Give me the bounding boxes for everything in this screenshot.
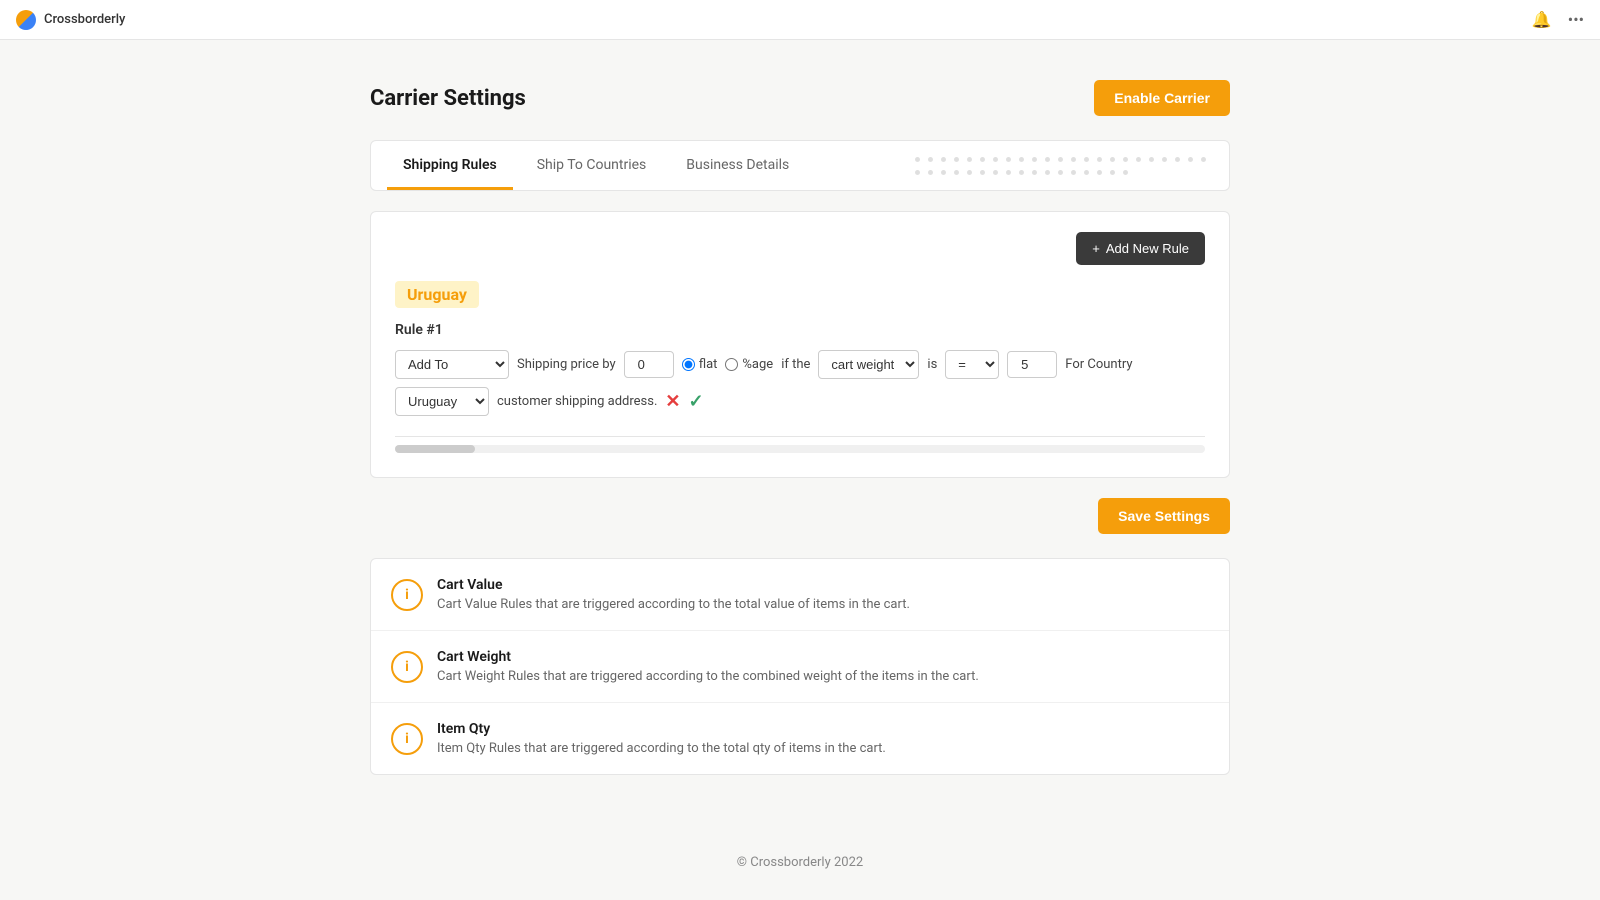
item-qty-text: Item Qty Item Qty Rules that are trigger…: [437, 721, 886, 756]
shipping-price-label: Shipping price by: [517, 357, 616, 372]
tabs-container: Shipping Rules Ship To Countries Busines…: [370, 140, 1230, 191]
page-title: Carrier Settings: [370, 86, 526, 111]
flat-label: flat: [699, 357, 718, 372]
save-row: Save Settings: [370, 498, 1230, 534]
condition-select[interactable]: cart weight cart value item qty: [818, 350, 919, 379]
cart-weight-text: Cart Weight Cart Weight Rules that are t…: [437, 649, 979, 684]
percentage-label: %age: [742, 357, 773, 372]
footer: © Crossborderly 2022: [0, 835, 1600, 890]
cart-weight-title: Cart Weight: [437, 649, 979, 665]
cart-value-icon: i: [391, 579, 423, 611]
flat-radio-label[interactable]: flat: [682, 357, 718, 372]
brand-name: Crossborderly: [44, 12, 125, 27]
for-country-label: For Country: [1065, 357, 1132, 372]
item-qty-desc: Item Qty Rules that are triggered accord…: [437, 741, 886, 756]
item-qty-title: Item Qty: [437, 721, 886, 737]
percentage-radio[interactable]: [725, 358, 738, 371]
cart-value-text: Cart Value Cart Value Rules that are tri…: [437, 577, 910, 612]
main-content: Carrier Settings Enable Carrier Shipping…: [350, 40, 1250, 835]
suffix-label: customer shipping address.: [497, 394, 657, 409]
scroll-thumb: [395, 445, 475, 453]
brand-logo: [16, 10, 36, 30]
operator-select[interactable]: = > < >= <=: [945, 350, 999, 379]
confirm-rule-icon[interactable]: ✓: [689, 391, 704, 412]
item-qty-item: i Item Qty Item Qty Rules that are trigg…: [371, 703, 1229, 774]
country-badge: Uruguay: [395, 281, 479, 308]
tab-ship-to-countries[interactable]: Ship To Countries: [521, 141, 663, 190]
percentage-radio-label[interactable]: %age: [725, 357, 773, 372]
notification-icon[interactable]: 🔔: [1532, 10, 1552, 29]
save-settings-button[interactable]: Save Settings: [1098, 498, 1230, 534]
price-input[interactable]: [624, 351, 674, 378]
info-card: i Cart Value Cart Value Rules that are t…: [370, 558, 1230, 775]
cart-weight-item: i Cart Weight Cart Weight Rules that are…: [371, 631, 1229, 703]
condition-label: if the: [781, 357, 810, 372]
cancel-rule-icon[interactable]: ✕: [665, 391, 680, 412]
tab-business-details[interactable]: Business Details: [670, 141, 805, 190]
add-new-rule-button[interactable]: + Add New Rule: [1076, 232, 1205, 265]
rules-card: + Add New Rule Uruguay Rule #1 Add To De…: [370, 211, 1230, 478]
rule-title: Rule #1: [395, 322, 1205, 338]
cart-value-title: Cart Value: [437, 577, 910, 593]
is-label: is: [927, 357, 937, 372]
page-header: Carrier Settings Enable Carrier: [370, 80, 1230, 116]
enable-carrier-button[interactable]: Enable Carrier: [1094, 80, 1230, 116]
scroll-track: [395, 445, 1205, 453]
topbar-right: 🔔 •••: [1532, 10, 1584, 29]
topbar: Crossborderly 🔔 •••: [0, 0, 1600, 40]
flat-radio[interactable]: [682, 358, 695, 371]
topbar-left: Crossborderly: [16, 10, 125, 30]
cart-weight-icon: i: [391, 651, 423, 683]
horizontal-scrollbar[interactable]: [395, 436, 1205, 453]
cart-weight-desc: Cart Weight Rules that are triggered acc…: [437, 669, 979, 684]
tabs-decoration: [913, 147, 1213, 185]
footer-text: © Crossborderly 2022: [737, 855, 863, 870]
rules-card-header: + Add New Rule: [395, 232, 1205, 265]
item-qty-icon: i: [391, 723, 423, 755]
condition-value-input[interactable]: [1007, 351, 1057, 378]
tab-shipping-rules[interactable]: Shipping Rules: [387, 141, 513, 190]
rule-row: Add To Deduct From Shipping price by fla…: [395, 350, 1205, 416]
cart-value-desc: Cart Value Rules that are triggered acco…: [437, 597, 910, 612]
more-options-icon[interactable]: •••: [1568, 10, 1584, 29]
rule-action-select[interactable]: Add To Deduct From: [395, 350, 509, 379]
country-select[interactable]: Uruguay Argentina Brazil: [395, 387, 489, 416]
cart-value-item: i Cart Value Cart Value Rules that are t…: [371, 559, 1229, 631]
plus-icon: +: [1092, 241, 1100, 256]
